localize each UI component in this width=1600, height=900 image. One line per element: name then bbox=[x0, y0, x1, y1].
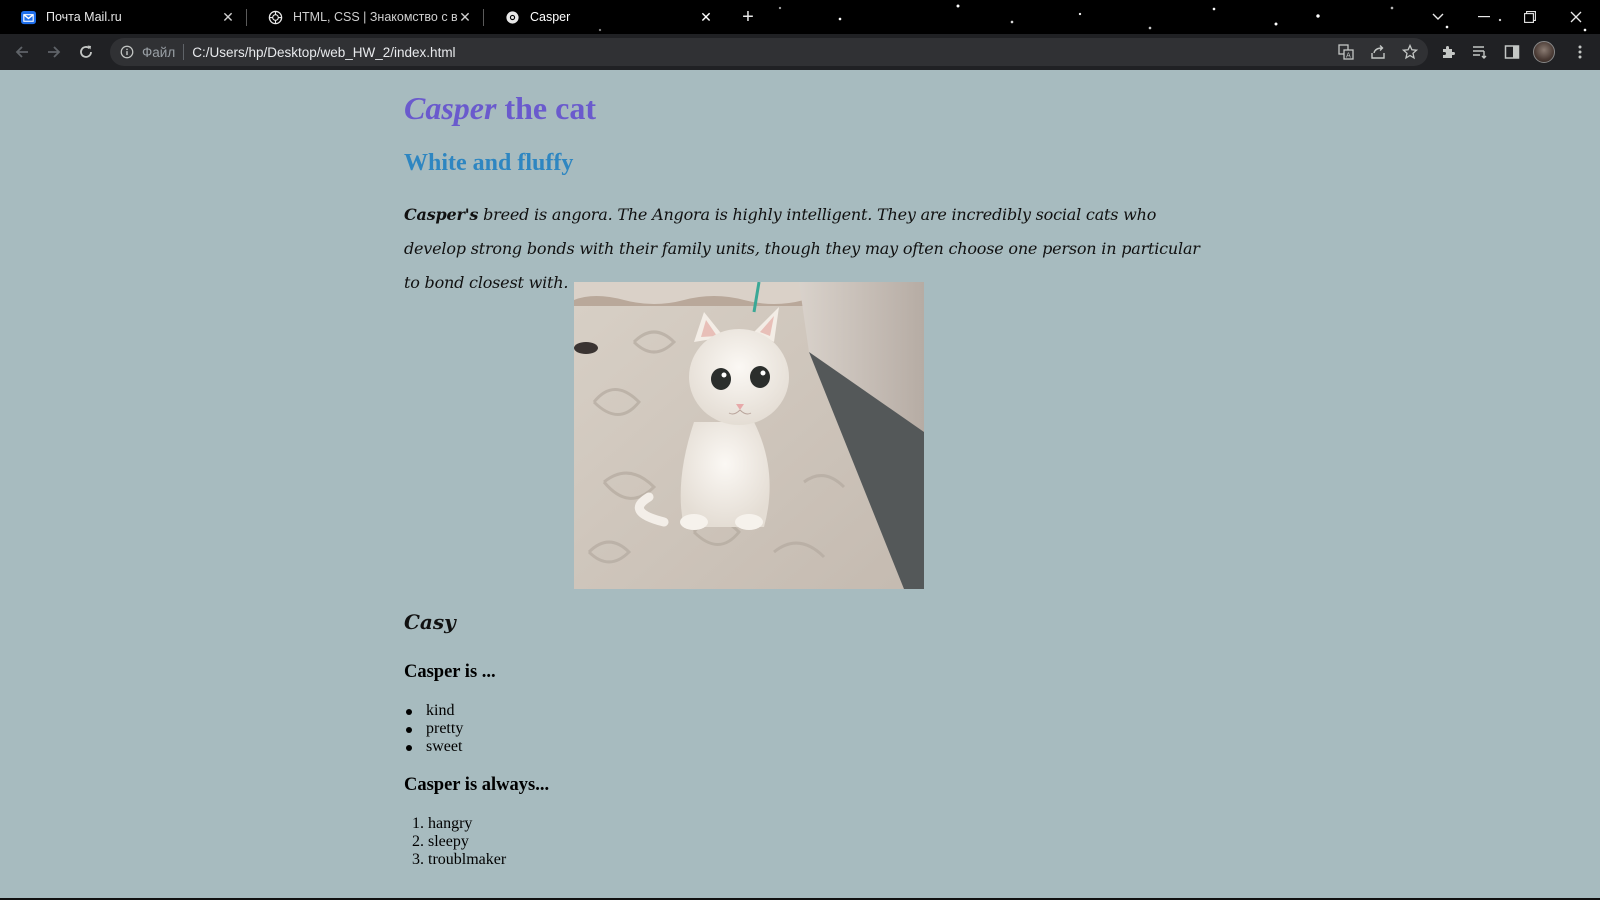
side-panel-icon[interactable] bbox=[1498, 38, 1526, 66]
avatar bbox=[1533, 41, 1555, 63]
list1-heading: Casper is ... bbox=[404, 662, 496, 682]
back-button[interactable] bbox=[8, 38, 36, 66]
list-number: 2. bbox=[412, 833, 424, 850]
close-tab-icon[interactable]: ✕ bbox=[457, 9, 473, 25]
openai-icon bbox=[267, 9, 283, 25]
always-list: 1. hangry 2. sleepy 3. troublmaker bbox=[404, 815, 506, 869]
list-item-text: troublmaker bbox=[428, 851, 507, 868]
paragraph-bold-name: Casper's bbox=[404, 205, 479, 224]
divider bbox=[183, 44, 185, 60]
minimize-button[interactable] bbox=[1462, 0, 1506, 34]
share-icon[interactable] bbox=[1364, 38, 1392, 66]
extensions-icon[interactable] bbox=[1434, 38, 1462, 66]
translate-icon[interactable]: A bbox=[1332, 38, 1360, 66]
list2-heading: Casper is always... bbox=[404, 775, 550, 795]
list-item: kind bbox=[404, 702, 463, 720]
tab-html-css[interactable]: HTML, CSS | Знакомство с веб-т ✕ bbox=[247, 0, 483, 34]
chrome-page-icon bbox=[504, 9, 520, 25]
title-name: Casper bbox=[404, 90, 497, 126]
address-bar[interactable]: Файл C:/Users/hp/Desktop/web_HW_2/index.… bbox=[110, 38, 1428, 66]
info-icon[interactable] bbox=[118, 43, 136, 61]
paragraph-text: breed is angora. The Angora is highly in… bbox=[404, 205, 1200, 292]
bookmark-star-icon[interactable] bbox=[1396, 38, 1424, 66]
list-item-text: hangry bbox=[428, 815, 473, 832]
browser-toolbar: Файл C:/Users/hp/Desktop/web_HW_2/index.… bbox=[0, 34, 1600, 70]
profile-avatar[interactable] bbox=[1530, 38, 1558, 66]
tab-title: Casper bbox=[530, 10, 571, 24]
page-title: Casper the cat bbox=[404, 90, 596, 127]
page-subtitle: White and fluffy bbox=[404, 150, 574, 176]
reload-icon bbox=[80, 45, 92, 58]
page-viewport: Casper the cat White and fluffy Casper's… bbox=[0, 70, 1600, 898]
title-rest: the cat bbox=[496, 90, 596, 126]
menu-icon[interactable] bbox=[1566, 38, 1594, 66]
tab-title: HTML, CSS | Знакомство с веб-т bbox=[293, 10, 457, 24]
list-item: pretty bbox=[404, 720, 463, 738]
new-tab-button[interactable]: + bbox=[737, 6, 759, 28]
close-tab-icon[interactable]: ✕ bbox=[698, 9, 714, 25]
reload-button[interactable] bbox=[72, 38, 100, 66]
list-item: sweet bbox=[404, 738, 463, 756]
tab-casper[interactable]: Casper ✕ bbox=[484, 0, 724, 34]
photo-caption: Casy bbox=[404, 610, 456, 634]
scheme-label: Файл bbox=[142, 44, 176, 60]
url-text[interactable]: C:/Users/hp/Desktop/web_HW_2/index.html bbox=[192, 45, 455, 60]
list-number: 3. bbox=[412, 851, 424, 868]
list-item: 3. troublmaker bbox=[404, 851, 506, 869]
back-arrow-icon bbox=[15, 46, 28, 58]
forward-arrow-icon bbox=[48, 46, 61, 58]
list-number: 1. bbox=[412, 815, 424, 832]
tab-mail[interactable]: Почта Mail.ru ✕ bbox=[0, 0, 246, 34]
forward-button[interactable] bbox=[40, 38, 68, 66]
list-item: 1. hangry bbox=[404, 815, 506, 833]
tab-title: Почта Mail.ru bbox=[46, 10, 122, 24]
tab-search-icon[interactable] bbox=[1416, 0, 1460, 34]
close-tab-icon[interactable]: ✕ bbox=[220, 9, 236, 25]
svg-text:A: A bbox=[1346, 52, 1351, 60]
traits-list: kind pretty sweet bbox=[404, 702, 463, 756]
list-item-text: sleepy bbox=[428, 833, 469, 850]
tab-strip: Почта Mail.ru ✕ HTML, CSS | Знакомство с… bbox=[0, 0, 1600, 34]
cat-photo bbox=[574, 282, 924, 589]
restore-button[interactable] bbox=[1508, 0, 1552, 34]
reading-list-icon[interactable] bbox=[1466, 38, 1494, 66]
mail-icon bbox=[20, 9, 36, 25]
close-window-button[interactable] bbox=[1554, 0, 1598, 34]
list-item: 2. sleepy bbox=[404, 833, 506, 851]
